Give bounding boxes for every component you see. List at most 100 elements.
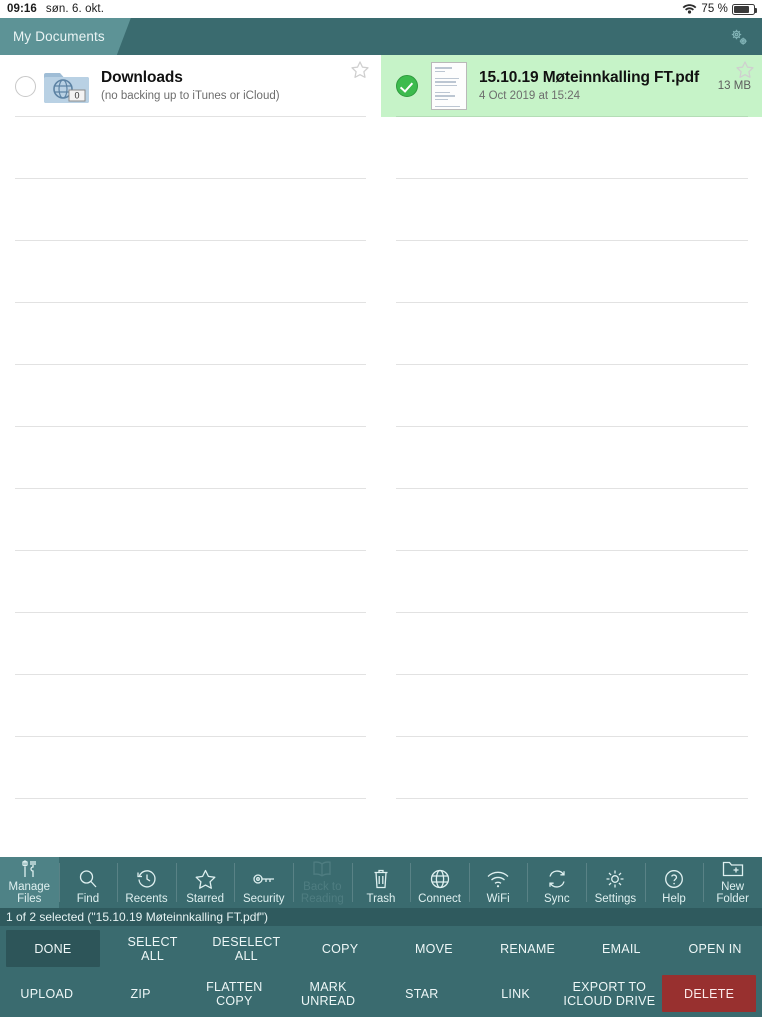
toolbar-item-wifi[interactable]: WiFi [468, 857, 528, 908]
toolbar-item-connect[interactable]: Connect [410, 857, 469, 908]
file-subtitle: (no backing up to iTunes or iCloud) [101, 89, 280, 102]
empty-row [381, 303, 762, 365]
toolbar-label: Find [76, 892, 100, 905]
file-name: Downloads [101, 68, 183, 86]
empty-rows-left [0, 117, 380, 857]
battery-percent-label: 75 % [701, 3, 728, 15]
star-icon [194, 866, 217, 893]
key-icon [252, 866, 276, 893]
globe-icon [429, 866, 451, 893]
file-column-right: 15.10.19 Møteinnkalling FT.pdf 4 Oct 201… [381, 55, 762, 857]
empty-row [0, 365, 380, 427]
toolbar-item-new-folder[interactable]: New Folder [703, 857, 762, 908]
book-icon [310, 857, 334, 881]
open-in-button[interactable]: OPEN IN [668, 926, 762, 971]
tab-my-documents[interactable]: My Documents [0, 18, 131, 55]
battery-icon [732, 3, 757, 15]
empty-row [381, 117, 762, 179]
email-button[interactable]: EMAIL [575, 926, 669, 971]
empty-row [0, 737, 380, 799]
list-item[interactable]: 15.10.19 Møteinnkalling FT.pdf 4 Oct 201… [381, 55, 762, 117]
mark-unread-button[interactable]: MARK UNREAD [281, 971, 375, 1016]
folder-globe-icon: 0 [43, 66, 91, 106]
export-to-icloud-drive-button[interactable]: EXPORT TO ICLOUD DRIVE [563, 971, 657, 1016]
empty-row [381, 241, 762, 303]
empty-row [0, 799, 380, 857]
empty-row [0, 241, 380, 303]
copy-button[interactable]: COPY [293, 926, 387, 971]
empty-row [0, 551, 380, 613]
empty-row [381, 737, 762, 799]
select-all-button[interactable]: SELECT ALL [106, 926, 200, 971]
empty-row [0, 613, 380, 675]
empty-row [0, 117, 380, 179]
list-item-meta: 15.10.19 Møteinnkalling FT.pdf 4 Oct 201… [479, 69, 718, 104]
star-outline-icon[interactable] [735, 60, 755, 80]
star-outline-icon[interactable] [350, 60, 370, 80]
clock-time: 09:16 [7, 3, 37, 15]
row-checkbox[interactable] [15, 75, 36, 97]
gear-icon [604, 866, 626, 893]
list-item[interactable]: 0 Downloads (no backing up to iTunes or … [0, 55, 380, 117]
question-circle-icon [663, 866, 685, 893]
system-status-bar: 09:16 søn. 6. okt. 75 % [0, 0, 762, 18]
file-name: 15.10.19 Møteinnkalling FT.pdf [479, 68, 700, 86]
deselect-all-button[interactable]: DESELECT ALL [200, 926, 294, 971]
gears-icon[interactable] [724, 23, 754, 51]
toolbar-label: Connect [418, 892, 461, 905]
toolbar-item-trash[interactable]: Trash [351, 857, 411, 908]
wifi-icon [682, 2, 697, 17]
star-button[interactable]: STAR [375, 971, 469, 1016]
move-button[interactable]: MOVE [387, 926, 481, 971]
empty-row [0, 675, 380, 737]
tools-icon [18, 857, 40, 881]
toolbar-item-security[interactable]: Security [234, 857, 293, 908]
empty-row [381, 489, 762, 551]
toolbar-item-help[interactable]: Help [644, 857, 704, 908]
action-row-2: UPLOAD ZIP FLATTEN COPY MARK UNREAD STAR… [0, 971, 762, 1016]
toolbar-label: Recents [125, 892, 168, 905]
empty-rows-right [381, 117, 762, 857]
file-browser: 0 Downloads (no backing up to iTunes or … [0, 55, 762, 857]
toolbar-item-find[interactable]: Find [58, 857, 118, 908]
flatten-copy-button[interactable]: FLATTEN COPY [188, 971, 282, 1016]
tab-label: My Documents [13, 29, 105, 44]
toolbar-item-sync[interactable]: Sync [527, 857, 586, 908]
list-item-meta: Downloads (no backing up to iTunes or iC… [101, 69, 374, 104]
empty-row [381, 179, 762, 241]
toolbar-label: Security [242, 892, 285, 905]
toolbar-label: Starred [186, 892, 224, 905]
status-bar-right: 75 % [682, 2, 762, 17]
pdf-document-icon [431, 62, 467, 110]
toolbar-label: Manage Files [8, 880, 51, 905]
empty-row [381, 675, 762, 737]
toolbar-label: Trash [366, 892, 396, 905]
clock-back-icon [136, 866, 158, 893]
toolbar-item-recents[interactable]: Recents [117, 857, 176, 908]
check-circle-icon[interactable] [396, 75, 418, 97]
rename-button[interactable]: RENAME [481, 926, 575, 971]
action-row-1: DONE SELECT ALL DESELECT ALL COPY MOVE R… [0, 926, 762, 971]
tab-bar: My Documents [0, 18, 762, 55]
toolbar-item-starred[interactable]: Starred [175, 857, 235, 908]
action-panel: DONE SELECT ALL DESELECT ALL COPY MOVE R… [0, 926, 762, 1017]
empty-row [0, 489, 380, 551]
empty-row [0, 303, 380, 365]
toolbar-label: Settings [594, 892, 637, 905]
delete-button[interactable]: DELETE [662, 975, 756, 1012]
link-button[interactable]: LINK [469, 971, 563, 1016]
search-icon [77, 866, 99, 893]
done-button[interactable]: DONE [6, 930, 100, 967]
empty-row [381, 799, 762, 857]
sync-icon [546, 866, 568, 893]
toolbar-item-back-to-reading: Back to Reading [293, 857, 352, 908]
upload-button[interactable]: UPLOAD [0, 971, 94, 1016]
svg-text:0: 0 [74, 91, 79, 101]
zip-button[interactable]: ZIP [94, 971, 188, 1016]
toolbar-label: WiFi [486, 892, 510, 905]
toolbar-item-settings[interactable]: Settings [586, 857, 645, 908]
trash-icon [371, 866, 391, 893]
file-subtitle: 4 Oct 2019 at 15:24 [479, 89, 581, 102]
app-root: 09:16 søn. 6. okt. 75 % My Documents 0 D… [0, 0, 762, 1017]
toolbar-item-manage-files[interactable]: Manage Files [0, 857, 59, 908]
